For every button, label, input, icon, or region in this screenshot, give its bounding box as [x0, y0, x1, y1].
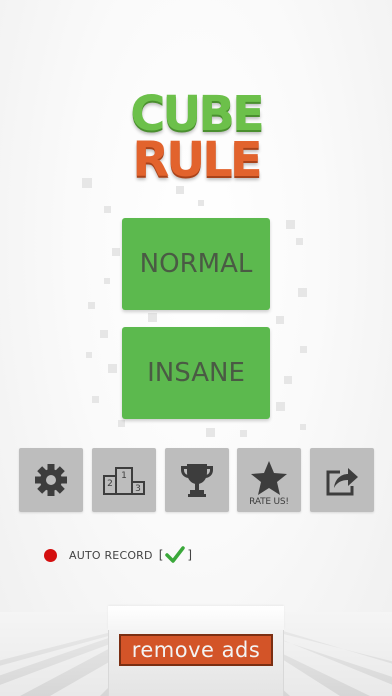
svg-text:2: 2	[107, 479, 113, 489]
remove-ads-button[interactable]: remove ads	[119, 634, 273, 666]
settings-button[interactable]	[19, 448, 83, 512]
logo-word-rule: RULE	[132, 132, 262, 188]
menu-toolbar: 1 2 3 RATE US!	[19, 448, 374, 512]
rate-us-button[interactable]: RATE US!	[237, 448, 301, 512]
share-icon	[326, 468, 358, 496]
leaderboard-button[interactable]: 1 2 3	[92, 448, 156, 512]
checkmark-icon	[165, 546, 186, 563]
podium-icon: 1 2 3	[103, 467, 145, 495]
auto-record-toggle[interactable]: AUTO RECORD [ ]	[44, 545, 192, 565]
game-logo: CUBE RULE	[96, 90, 296, 190]
logo-word-cube: CUBE	[130, 86, 265, 142]
auto-record-label: AUTO RECORD	[69, 548, 153, 562]
rate-us-label: RATE US!	[249, 497, 289, 507]
game-menu-screen: CUBE RULE NORMAL INSANE 1 2 3 RATE US! A…	[0, 0, 392, 696]
achievements-button[interactable]	[165, 448, 229, 512]
trophy-icon	[181, 464, 213, 497]
open-bracket: [	[158, 548, 164, 562]
normal-mode-button[interactable]: NORMAL	[122, 218, 270, 310]
svg-text:1: 1	[121, 471, 127, 481]
gear-icon	[35, 464, 67, 496]
record-dot-icon	[44, 548, 57, 562]
pedestal-top	[108, 606, 284, 630]
svg-text:3: 3	[135, 484, 141, 494]
share-button[interactable]	[310, 448, 374, 512]
insane-mode-button[interactable]: INSANE	[122, 327, 270, 419]
close-bracket: ]	[187, 548, 193, 562]
